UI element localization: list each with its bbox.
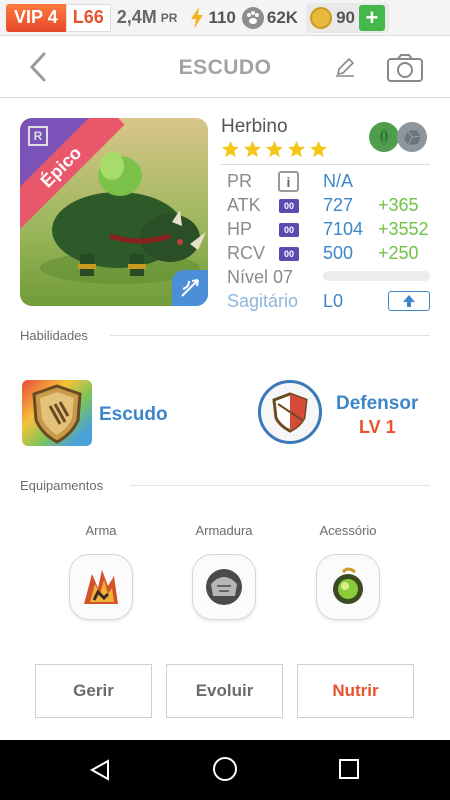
hero-stars xyxy=(221,140,328,159)
accessory-slot[interactable] xyxy=(316,554,380,620)
star-icon xyxy=(221,140,240,158)
system-nav-bar xyxy=(0,740,450,800)
edit-pencil-icon[interactable] xyxy=(334,56,356,78)
paw-icon xyxy=(241,6,264,29)
paw-counter[interactable]: 62K xyxy=(241,6,299,29)
equipment-section-title: Equipamentos xyxy=(20,478,104,493)
accessory-slot-label: Acessório xyxy=(319,523,377,538)
player-power: 2,4M PR xyxy=(111,4,184,32)
stat-atk-chip: 00 xyxy=(279,199,299,213)
vip-badge[interactable]: VIP 4 xyxy=(6,3,66,32)
stat-atk-bonus: +365 xyxy=(378,195,419,215)
energy-counter[interactable]: 110 xyxy=(189,6,236,29)
stat-hp-bonus: +3552 xyxy=(378,219,429,239)
star-icon xyxy=(243,140,262,158)
name-divider xyxy=(220,164,430,165)
stat-atk-label: ATK xyxy=(227,195,261,215)
nav-home-icon[interactable] xyxy=(213,757,237,781)
armor-helmet-icon xyxy=(206,569,242,605)
rank-badge: R xyxy=(28,126,48,146)
coin-icon xyxy=(310,6,333,29)
status-bar: VIP 4 L66 2,4M PR 110 62K 90 + xyxy=(0,0,450,36)
stat-rcv-chip: 00 xyxy=(279,247,299,261)
weapon-slot[interactable] xyxy=(69,554,133,620)
stat-rcv-label: RCV xyxy=(227,243,266,263)
energy-bolt-icon xyxy=(191,6,204,29)
page-title: ESCUDO xyxy=(178,56,272,79)
hero-portrait[interactable]: R Épico xyxy=(20,118,208,306)
defender-passive-icon[interactable] xyxy=(258,380,322,444)
coin-counter[interactable]: 90 + xyxy=(306,2,389,33)
stat-pr-label: PR xyxy=(227,171,253,191)
weapon-slot-label: Arma xyxy=(85,523,117,538)
energy-value: 110 xyxy=(208,7,236,27)
stat-rcv-value: 500 xyxy=(323,243,354,263)
hero-name: Herbino xyxy=(221,116,288,137)
nav-recents-icon[interactable] xyxy=(339,759,359,779)
hero-level-label: Nível 07 xyxy=(227,267,294,287)
zodiac-sign-level: L0 xyxy=(323,291,344,311)
rock-element-icon xyxy=(397,122,427,152)
level-progress-bar xyxy=(323,271,430,281)
upgrade-sign-button[interactable] xyxy=(388,291,430,311)
stat-rcv-bonus: +250 xyxy=(378,243,419,263)
star-icon xyxy=(309,140,328,158)
header: ESCUDO xyxy=(0,36,450,98)
fire-claw-weapon-icon xyxy=(84,570,118,604)
feed-button[interactable]: Nutrir xyxy=(297,664,414,718)
zodiac-sign-label: Sagitário xyxy=(227,291,299,311)
evolve-button[interactable]: Evoluir xyxy=(166,664,283,718)
stat-hp-chip: 00 xyxy=(279,223,299,237)
armor-slot[interactable] xyxy=(192,554,256,620)
camera-icon[interactable] xyxy=(386,53,424,83)
abilities-section-title: Habilidades xyxy=(20,328,88,343)
bow-arrow-icon xyxy=(181,279,199,297)
nav-back-icon[interactable] xyxy=(88,758,112,782)
leaf-element-icon xyxy=(369,122,399,152)
coin-value: 90 xyxy=(336,7,355,27)
shield-skill-icon[interactable] xyxy=(22,380,92,446)
player-level: L66 xyxy=(65,3,111,32)
passive-level: LV 1 xyxy=(359,417,396,437)
archer-class-icon xyxy=(172,270,208,306)
stat-hp-value: 7104 xyxy=(323,219,364,239)
arrow-up-icon xyxy=(403,295,415,307)
abilities-divider xyxy=(110,335,430,336)
stat-pr-value: N/A xyxy=(323,171,354,191)
manage-button[interactable]: Gerir xyxy=(35,664,152,718)
add-coins-button[interactable]: + xyxy=(358,4,385,31)
info-icon[interactable]: i xyxy=(278,171,299,192)
element-icons xyxy=(369,122,427,152)
skill-name[interactable]: Escudo xyxy=(99,404,168,426)
green-gem-accessory-icon xyxy=(333,567,363,604)
star-icon xyxy=(287,140,306,158)
passive-name[interactable]: Defensor xyxy=(336,393,418,415)
player-power-value: 2,4M xyxy=(116,7,157,27)
equipment-divider xyxy=(130,485,430,486)
stat-atk-value: 727 xyxy=(323,195,354,215)
paw-value: 62K xyxy=(266,7,299,27)
star-icon xyxy=(265,140,284,158)
player-power-unit: PR xyxy=(160,10,178,25)
armor-slot-label: Armadura xyxy=(195,523,253,538)
stat-hp-label: HP xyxy=(227,219,253,239)
